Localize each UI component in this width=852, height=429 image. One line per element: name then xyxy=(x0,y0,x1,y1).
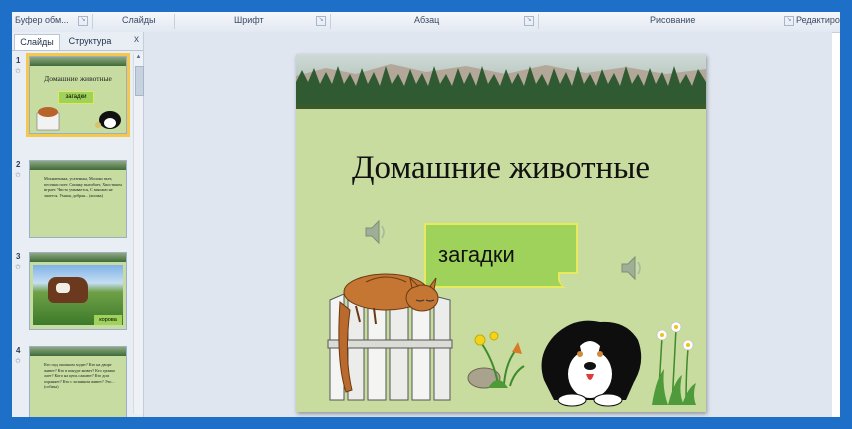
ribbon-group-drawing[interactable]: Рисование xyxy=(650,15,695,25)
clipboard-launcher-icon[interactable]: ↘ xyxy=(78,16,88,26)
slide-number: 3 xyxy=(16,252,21,261)
slide-editing-area: Домашние животные загадки xyxy=(144,32,832,417)
powerpoint-window: Буфер обм... ↘ Слайды Шрифт ↘ Абзац ↘ Ри… xyxy=(12,12,840,417)
dog-illustration[interactable] xyxy=(534,316,646,408)
forest-strip xyxy=(30,57,126,66)
slide-title[interactable]: Домашние животные xyxy=(296,150,706,187)
daisies-illustration xyxy=(652,321,696,405)
forest-header-image xyxy=(296,54,706,109)
dog-illustration xyxy=(95,111,121,129)
page-curl xyxy=(558,272,578,288)
cow-patch xyxy=(56,283,70,293)
forest-strip xyxy=(30,161,126,170)
thumbnail-riddle-box: загадки xyxy=(58,91,94,104)
flowers-illustration xyxy=(467,331,525,389)
speaker-icon[interactable] xyxy=(618,253,646,283)
slide-thumbnail[interactable]: Кто под окошком ходит? Кто на дворе живе… xyxy=(29,346,127,417)
ribbon-group-paragraph[interactable]: Абзац xyxy=(414,15,439,25)
font-launcher-icon[interactable]: ↘ xyxy=(316,16,326,26)
forest-strip xyxy=(30,347,126,356)
close-pane-icon[interactable]: x xyxy=(134,34,139,45)
drawing-launcher-icon[interactable]: ↘ xyxy=(784,16,794,26)
slide-thumbnail[interactable]: Домашние животные загадки xyxy=(26,53,130,137)
thumbnail-riddle-text: Мохнатенька, усатенька, Молоко пьет, пес… xyxy=(44,176,122,198)
ribbon-separator xyxy=(174,14,175,29)
animation-star-icon: ✩ xyxy=(15,264,21,271)
scroll-up-icon[interactable]: ▲ xyxy=(135,54,142,60)
slide-thumbnail[interactable]: Мохнатенька, усатенька, Молоко пьет, пес… xyxy=(29,160,127,238)
thumbnail-riddle-text: Кто под окошком ходит? Кто на дворе живе… xyxy=(44,362,116,390)
ribbon-separator xyxy=(330,14,331,29)
ribbon-group-editing[interactable]: Редактирование xyxy=(796,15,840,25)
pane-tabs: Слайды Структура x xyxy=(12,32,143,51)
ribbon-separator xyxy=(92,14,93,29)
slides-pane: Слайды Структура x 1 ✩ Домашние животные… xyxy=(12,32,144,417)
animation-star-icon: ✩ xyxy=(15,68,21,75)
ribbon-separator xyxy=(538,14,539,29)
thumbnail-answer-label: корова xyxy=(94,315,122,325)
forest-strip xyxy=(30,253,126,262)
current-slide[interactable]: Домашние животные загадки xyxy=(296,54,706,412)
animation-star-icon: ✩ xyxy=(15,172,21,179)
speaker-icon[interactable] xyxy=(362,217,390,247)
scrollbar-thumb[interactable] xyxy=(135,66,144,96)
tab-slides[interactable]: Слайды xyxy=(14,34,60,50)
slide-number: 1 xyxy=(16,56,21,65)
ribbon-group-labels: Буфер обм... ↘ Слайды Шрифт ↘ Абзац ↘ Ри… xyxy=(12,12,840,33)
ribbon-group-clipboard[interactable]: Буфер обм... xyxy=(15,15,69,25)
paragraph-launcher-icon[interactable]: ↘ xyxy=(524,16,534,26)
cat-on-fence-illustration xyxy=(36,107,60,131)
tab-outline[interactable]: Структура xyxy=(60,34,120,49)
slide-number: 2 xyxy=(16,160,21,169)
pane-scrollbar[interactable]: ▲ xyxy=(133,54,144,414)
slide-number: 4 xyxy=(16,346,21,355)
ribbon-group-font[interactable]: Шрифт xyxy=(234,15,264,25)
thumbnail-title: Домашние животные xyxy=(44,74,112,83)
cat-on-fence-illustration[interactable] xyxy=(326,262,456,402)
slide-thumbnail[interactable]: корова xyxy=(29,252,127,330)
animation-star-icon: ✩ xyxy=(15,358,21,365)
ribbon-group-slides[interactable]: Слайды xyxy=(122,15,156,25)
